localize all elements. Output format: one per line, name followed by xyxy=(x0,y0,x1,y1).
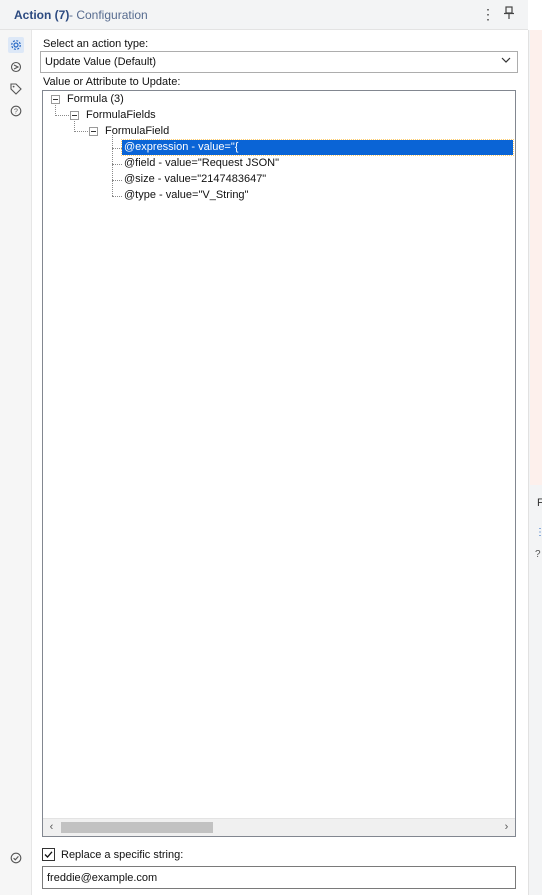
scroll-right-icon[interactable]: › xyxy=(498,819,515,836)
svg-text:?: ? xyxy=(14,109,18,116)
collapse-toggle[interactable] xyxy=(51,95,60,104)
tree-connector xyxy=(112,164,122,165)
target-icon[interactable] xyxy=(8,59,24,75)
tree-node-formulafields[interactable]: FormulaFields xyxy=(86,108,156,123)
grid-icon[interactable]: ⋮ xyxy=(535,527,542,539)
tree-connector xyxy=(112,135,113,196)
help-icon[interactable]: ? xyxy=(8,103,24,119)
attribute-tree[interactable]: Formula (3) FormulaFields FormulaField @… xyxy=(42,90,516,837)
panel-title: Action (7) xyxy=(14,8,70,22)
help-icon[interactable]: ? xyxy=(535,549,542,561)
tree-connector xyxy=(112,180,122,181)
tree-node-expression[interactable]: @expression - value="{ xyxy=(121,139,514,156)
side-toolbar: ? xyxy=(0,30,32,895)
chevron-down-icon[interactable] xyxy=(501,55,511,68)
tag-icon[interactable] xyxy=(8,81,24,97)
right-dock-strip: F ⋮ ? xyxy=(528,30,542,895)
tree-node-formulafield[interactable]: FormulaField xyxy=(105,124,169,139)
right-strip-label: F xyxy=(537,497,542,509)
configuration-panel: Action (7) - Configuration ⋮ ? F ⋮ ? Sel… xyxy=(0,0,542,895)
tree-connector xyxy=(112,148,122,149)
tree-node-type[interactable]: @type - value="V_String" xyxy=(124,188,248,203)
scroll-left-icon[interactable]: ‹ xyxy=(43,819,60,836)
pin-icon[interactable] xyxy=(502,6,516,22)
gear-icon[interactable] xyxy=(8,37,24,53)
replace-string-checkbox[interactable] xyxy=(42,848,55,861)
panel-subtitle: - Configuration xyxy=(69,8,148,22)
panel-header: Action (7) - Configuration ⋮ xyxy=(0,0,528,30)
scrollbar-thumb[interactable] xyxy=(61,822,213,833)
right-strip-highlight xyxy=(530,30,542,485)
replace-string-field[interactable] xyxy=(42,866,516,889)
tree-node-size[interactable]: @size - value="2147483647" xyxy=(124,172,266,187)
check-circle-icon[interactable] xyxy=(8,850,24,866)
tree-connector xyxy=(112,196,122,197)
tree-node-field[interactable]: @field - value="Request JSON" xyxy=(124,156,279,171)
kebab-vertical-icon[interactable]: ⋮ xyxy=(481,6,495,22)
checkmark-icon xyxy=(44,851,53,858)
tree-connector xyxy=(55,115,71,116)
replace-string-label: Replace a specific string: xyxy=(61,849,184,861)
value-attribute-label: Value or Attribute to Update: xyxy=(43,76,181,88)
tree-connector xyxy=(74,131,88,132)
horizontal-scrollbar[interactable]: ‹ › xyxy=(43,818,515,836)
tree-node-formula[interactable]: Formula (3) xyxy=(67,92,124,107)
action-type-value: Update Value (Default) xyxy=(45,56,157,68)
action-type-select[interactable]: Update Value (Default) xyxy=(40,51,518,73)
action-type-label: Select an action type: xyxy=(43,38,149,50)
collapse-toggle[interactable] xyxy=(89,127,98,136)
replace-string-input[interactable] xyxy=(47,870,507,885)
collapse-toggle[interactable] xyxy=(70,111,79,120)
